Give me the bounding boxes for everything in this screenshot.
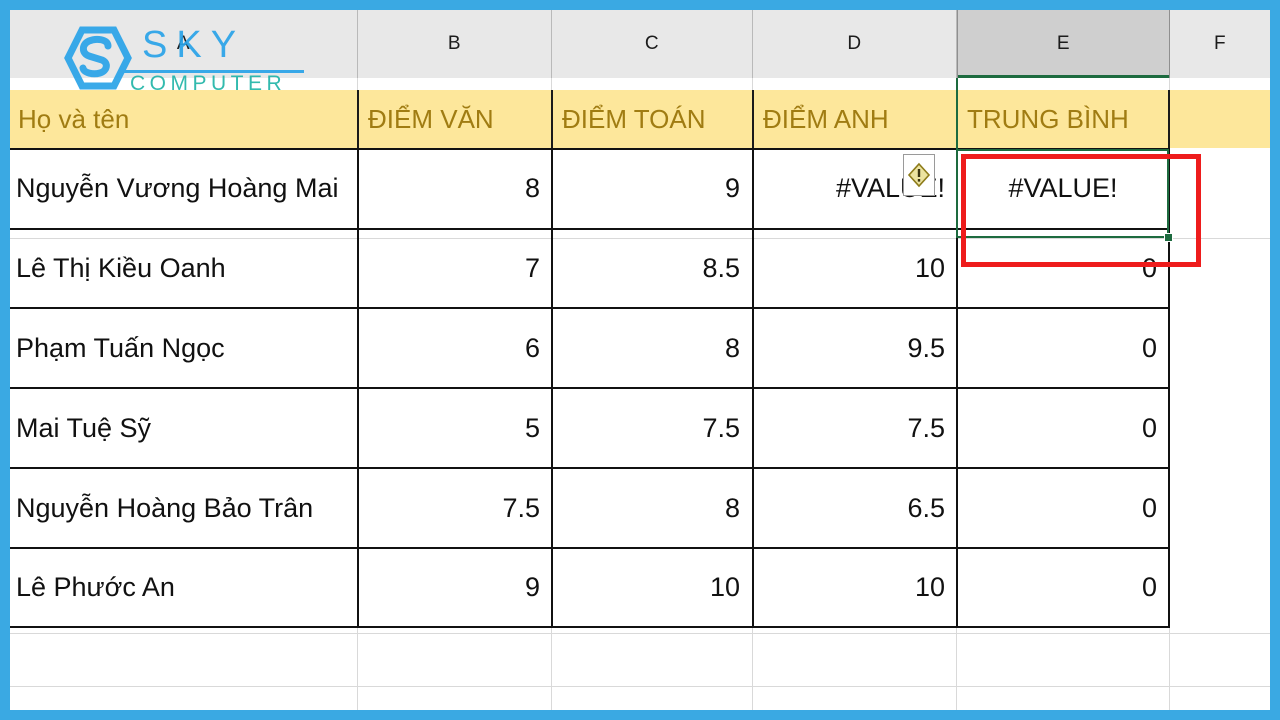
cell-d5[interactable]: 7.5: [755, 390, 955, 466]
header-separator: [1168, 90, 1170, 148]
cell-d7[interactable]: 10: [755, 549, 955, 625]
blue-border-frame: A B C D E F Họ và tên ĐIỂM VĂN ĐIỂM TOÁN…: [0, 0, 1280, 720]
cell-e7[interactable]: 0: [959, 549, 1167, 625]
error-indicator-tag[interactable]: [903, 154, 935, 196]
column-header-d-label: D: [847, 33, 862, 54]
hexagon-logo-icon: [64, 26, 132, 90]
table-border: [752, 148, 754, 626]
watermark-brand-top: SKY: [142, 24, 246, 66]
cell-e6[interactable]: 0: [959, 470, 1167, 546]
cell-c7[interactable]: 10: [554, 549, 750, 625]
gridline-horizontal: [10, 686, 1270, 687]
cell-a2[interactable]: Nguyễn Vương Hoàng Mai: [10, 150, 355, 227]
cell-d6[interactable]: 6.5: [755, 470, 955, 546]
cell-c3[interactable]: 8.5: [554, 230, 750, 306]
table-border: [10, 387, 1170, 389]
annotation-rectangle: [961, 154, 1201, 267]
header-separator: [551, 90, 553, 148]
column-header-b[interactable]: B: [358, 10, 552, 78]
cell-d3[interactable]: 10: [755, 230, 955, 306]
cell-c4[interactable]: 8: [554, 310, 750, 386]
cell-c2[interactable]: 9: [554, 150, 750, 227]
header-separator: [357, 90, 359, 148]
cell-b5[interactable]: 5: [360, 390, 550, 466]
column-header-b-label: B: [447, 33, 462, 54]
cell-b7[interactable]: 9: [360, 549, 550, 625]
cell-a6[interactable]: Nguyễn Hoàng Bảo Trân: [10, 470, 355, 546]
sky-computer-watermark: SKY COMPUTER: [62, 22, 312, 100]
cell-d4[interactable]: 9.5: [755, 310, 955, 386]
watermark-brand-bottom: COMPUTER: [130, 72, 287, 95]
cell-c5[interactable]: 7.5: [554, 390, 750, 466]
selection-column-line: [956, 78, 958, 150]
header-cell-van: ĐIỂM VĂN: [368, 103, 494, 134]
table-border: [357, 148, 359, 626]
gridline-horizontal: [10, 633, 1270, 634]
table-border: [10, 626, 1170, 628]
column-header-c[interactable]: C: [552, 10, 753, 78]
header-cell-anh: ĐIỂM ANH: [763, 103, 889, 134]
spreadsheet-canvas: A B C D E F Họ và tên ĐIỂM VĂN ĐIỂM TOÁN…: [10, 10, 1270, 710]
cell-a3[interactable]: Lê Thị Kiều Oanh: [10, 230, 355, 306]
column-header-d[interactable]: D: [753, 10, 957, 78]
column-header-f-label: F: [1213, 33, 1227, 54]
cell-b2[interactable]: 8: [360, 150, 550, 227]
cell-b3[interactable]: 7: [360, 230, 550, 306]
cell-e4[interactable]: 0: [959, 310, 1167, 386]
warning-diamond-icon: [907, 162, 931, 188]
column-header-c-label: C: [644, 33, 660, 54]
column-header-e[interactable]: E: [957, 10, 1170, 78]
cells-grid: Họ và tên ĐIỂM VĂN ĐIỂM TOÁN ĐIỂM ANH TR…: [10, 78, 1270, 710]
cell-a5[interactable]: Mai Tuệ Sỹ: [10, 390, 355, 466]
table-border: [10, 467, 1170, 469]
cell-e5[interactable]: 0: [959, 390, 1167, 466]
header-separator: [752, 90, 754, 148]
table-border: [551, 148, 553, 626]
cell-b6[interactable]: 7.5: [360, 470, 550, 546]
column-header-f[interactable]: F: [1170, 10, 1270, 78]
cell-b4[interactable]: 6: [360, 310, 550, 386]
table-border: [10, 307, 1170, 309]
header-cell-tb: TRUNG BÌNH: [967, 103, 1129, 134]
cell-a7[interactable]: Lê Phước An: [10, 549, 355, 625]
column-header-e-label: E: [1056, 33, 1071, 54]
header-cell-toan: ĐIỂM TOÁN: [562, 103, 706, 134]
cell-c6[interactable]: 8: [554, 470, 750, 546]
cell-a4[interactable]: Phạm Tuấn Ngọc: [10, 310, 355, 386]
